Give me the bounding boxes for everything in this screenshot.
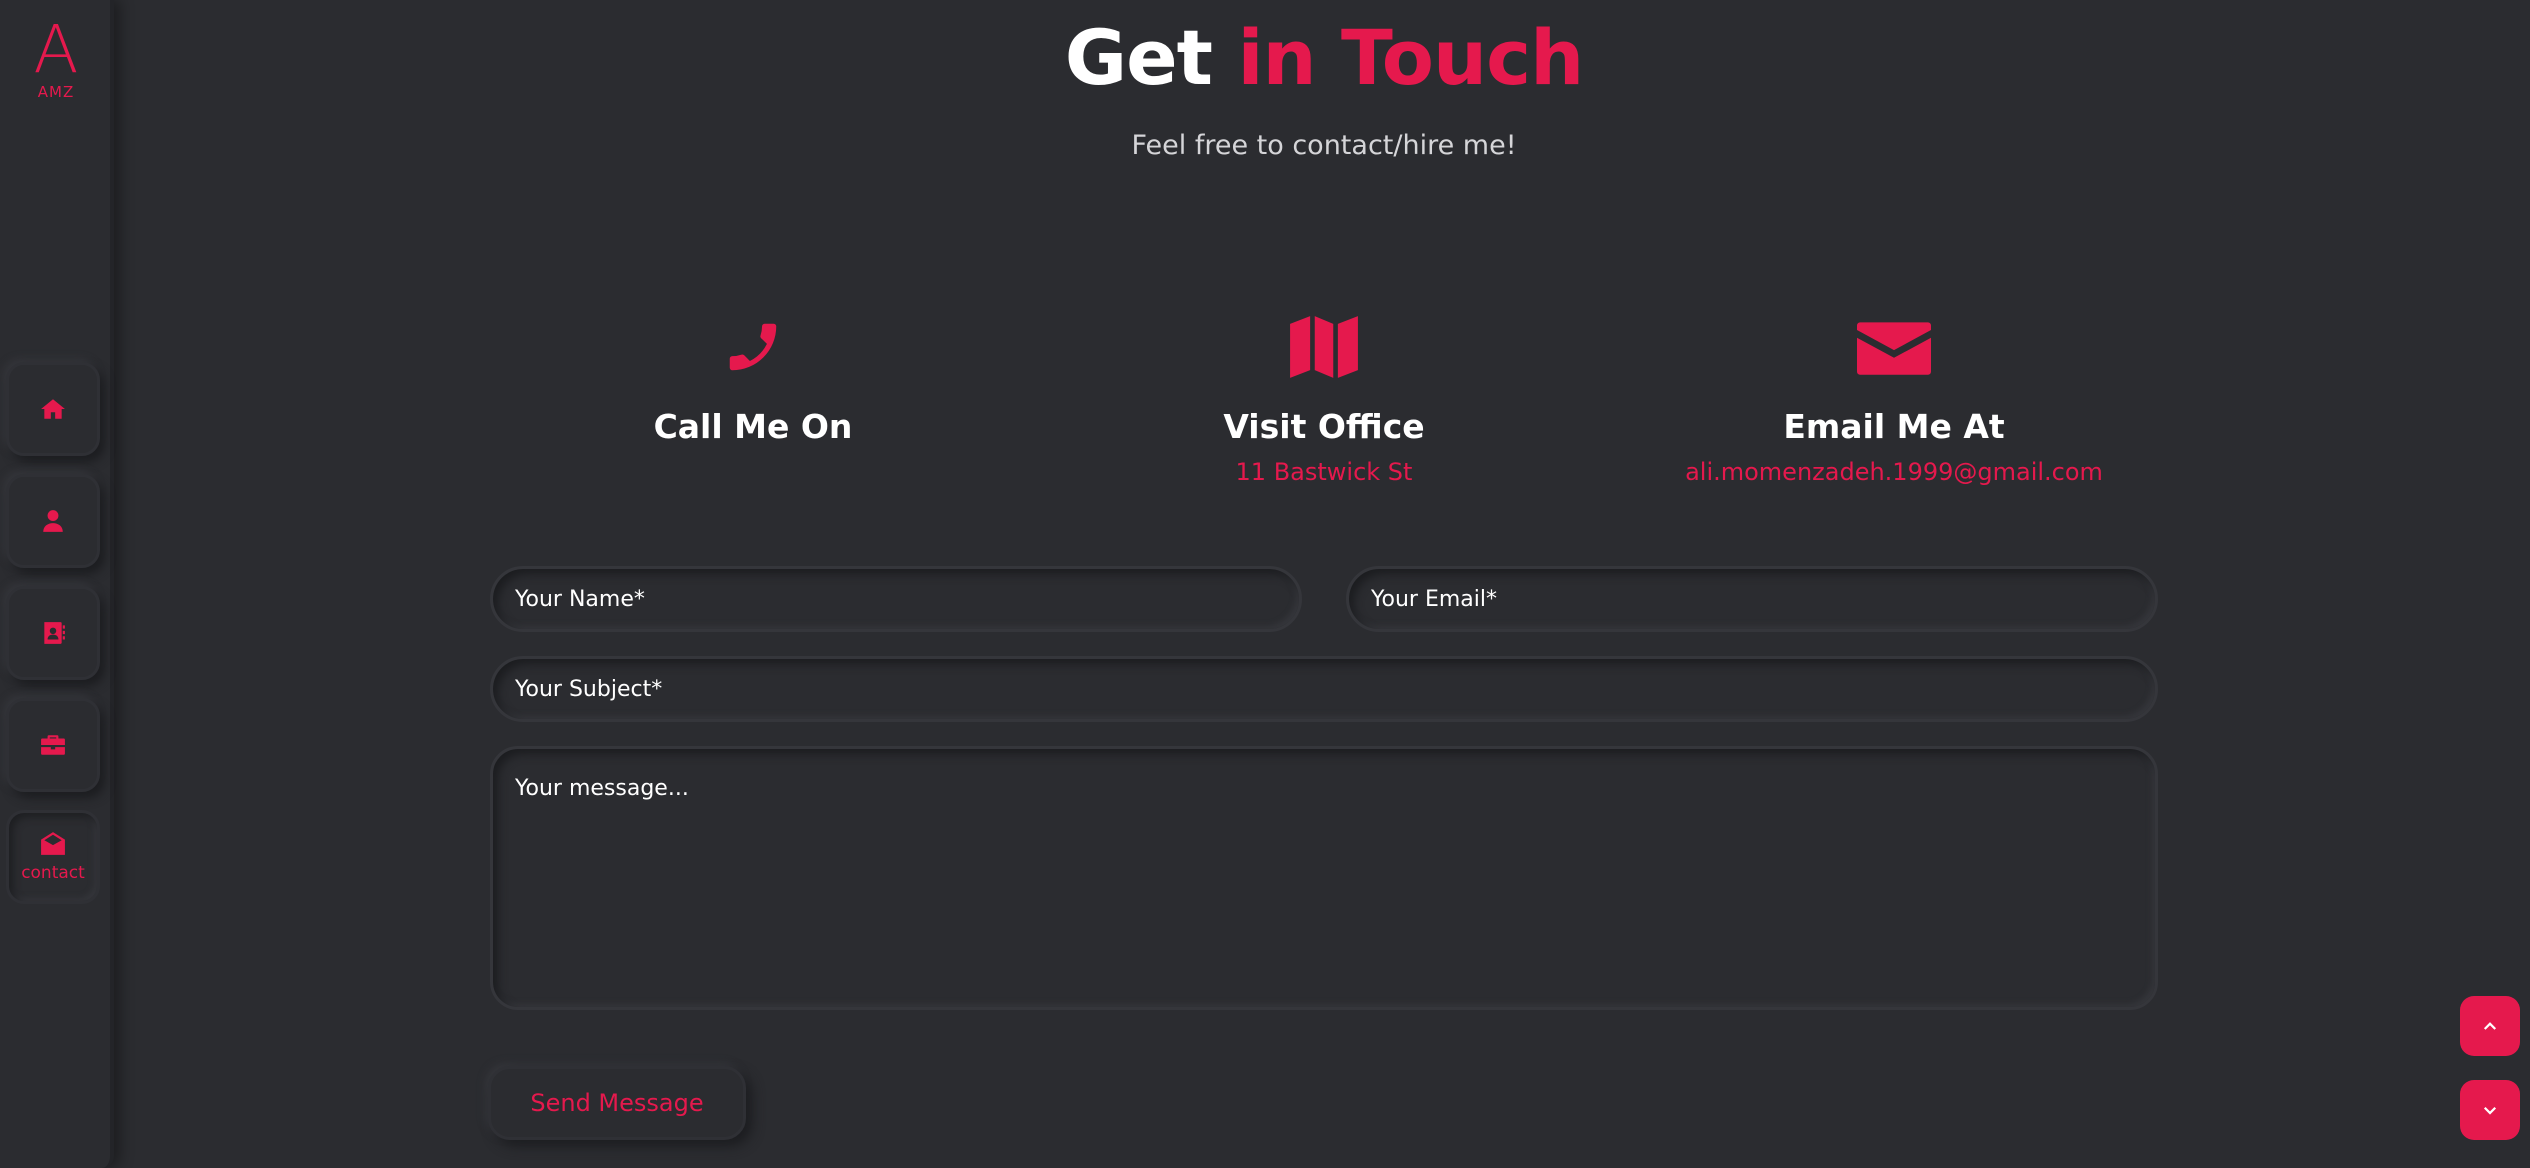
nav-contact-label: contact — [21, 863, 85, 883]
nav-about-button[interactable] — [6, 474, 100, 568]
chevron-down-icon — [2483, 1106, 2497, 1115]
envelope-icon-wrap — [1644, 305, 2144, 389]
name-input[interactable] — [490, 566, 1302, 632]
nav-portfolio-button[interactable] — [6, 698, 100, 792]
page-title: Get in Touch — [0, 12, 2530, 104]
info-phone: Call Me On — [503, 305, 1003, 458]
info-phone-label: Call Me On — [653, 407, 853, 446]
scroll-down-button[interactable] — [2460, 1080, 2520, 1140]
contact-page: A AMZ contact Get in Touch Feel free to … — [0, 0, 2530, 1168]
sidebar: A AMZ contact — [0, 0, 114, 1168]
map-icon — [1290, 316, 1358, 378]
info-email: Email Me At ali.momenzadeh.1999@gmail.co… — [1644, 305, 2144, 486]
envelope-icon — [1857, 322, 1931, 375]
phone-icon — [729, 323, 777, 371]
title-part-white: Get — [1064, 13, 1213, 102]
nav-home-button[interactable] — [6, 362, 100, 456]
address-book-icon — [44, 622, 65, 644]
chevron-up-icon — [2483, 1022, 2497, 1030]
nav-contact-button[interactable]: contact — [6, 810, 100, 904]
info-office: Visit Office 11 Bastwick St — [1074, 305, 1574, 486]
scroll-up-button[interactable] — [2460, 996, 2520, 1056]
briefcase-icon — [41, 735, 65, 755]
page-subtitle: Feel free to contact/hire me! — [1131, 130, 1517, 161]
email-input[interactable] — [1346, 566, 2158, 632]
envelope-open-icon — [41, 832, 65, 855]
title-part-accent: in Touch — [1237, 13, 1584, 102]
map-icon-wrap — [1074, 305, 1574, 389]
user-icon — [43, 510, 63, 532]
info-email-value[interactable]: ali.momenzadeh.1999@gmail.com — [1644, 458, 2144, 486]
info-office-label: Visit Office — [1223, 407, 1425, 446]
info-office-value: 11 Bastwick St — [1235, 458, 1413, 486]
send-message-button[interactable]: Send Message — [488, 1066, 746, 1140]
info-email-label: Email Me At — [1783, 407, 2005, 446]
phone-icon-wrap — [503, 305, 1003, 389]
subject-input[interactable] — [490, 656, 2158, 722]
message-textarea[interactable] — [490, 746, 2158, 1010]
nav-resume-button[interactable] — [6, 586, 100, 680]
home-icon — [41, 399, 65, 419]
